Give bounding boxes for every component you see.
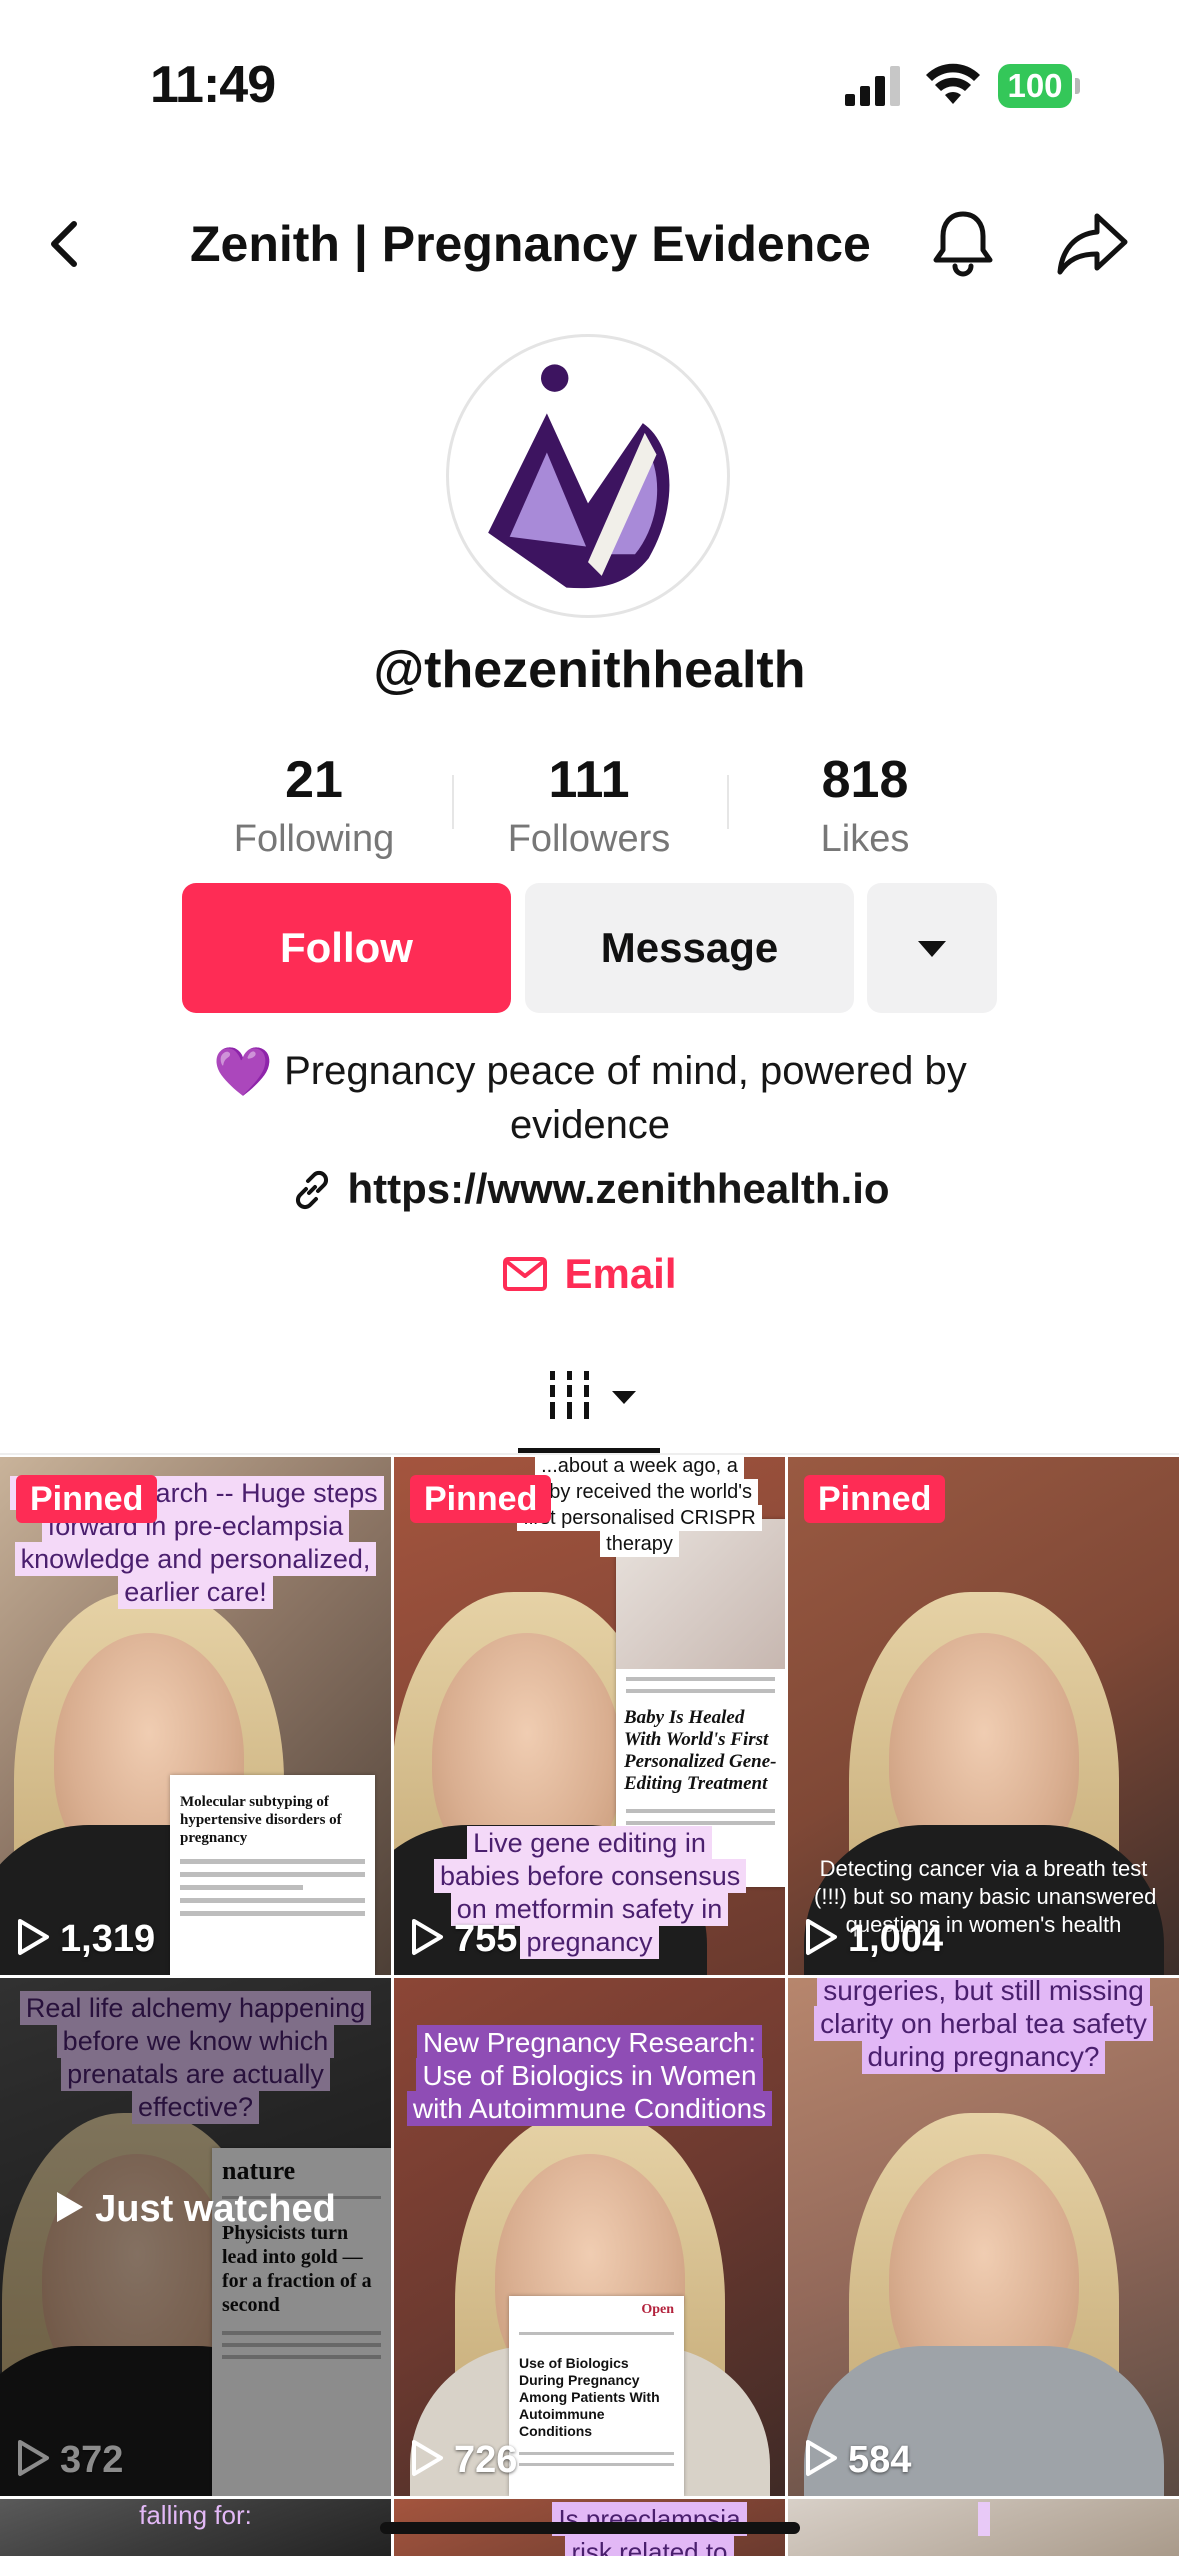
just-watched-label: Just watched (0, 2188, 391, 2231)
view-count: 726 (410, 2436, 517, 2484)
video-grid: Pinned ...ancy research -- Huge steps fo… (0, 1457, 1179, 2556)
email-link[interactable]: Email (0, 1250, 1179, 1298)
likes-label: Likes (820, 818, 910, 860)
play-icon (412, 2440, 443, 2476)
profile-title: Zenith | Pregnancy Evidence (190, 216, 871, 272)
likes-count: 818 (821, 751, 909, 809)
bell-icon[interactable] (928, 206, 998, 280)
more-options-button[interactable] (867, 883, 997, 1013)
pinned-badge: Pinned (410, 1475, 552, 1523)
pinned-badge: Pinned (16, 1475, 158, 1523)
play-icon (806, 2440, 837, 2476)
zenith-logo-icon (488, 364, 670, 589)
home-indicator[interactable] (380, 2522, 800, 2534)
chevron-down-icon (612, 1391, 636, 1404)
paper-screenshot: Molecular subtyping of hypertensive diso… (170, 1775, 375, 1975)
email-label: Email (564, 1250, 677, 1297)
video-tile[interactable] (788, 2499, 1179, 2556)
video-tile[interactable]: New Pregnancy Research: Use of Biologics… (394, 1978, 785, 2496)
play-icon (57, 2192, 84, 2222)
wifi-icon (926, 63, 980, 104)
following-count: 21 (285, 751, 343, 809)
pinned-badge: Pinned (804, 1475, 946, 1523)
video-caption (798, 2502, 1169, 2536)
play-icon (806, 1919, 837, 1955)
bio: 💜 Pregnancy peace of mind, powered by ev… (150, 1045, 1030, 1151)
play-icon (412, 1919, 443, 1955)
followers-count: 111 (548, 751, 630, 809)
link-icon (296, 1170, 329, 1210)
video-tile[interactable]: falling for: (0, 2499, 391, 2556)
video-caption: falling for: (139, 2500, 252, 2530)
video-tile[interactable]: Pinned ...ancy research -- Huge steps fo… (0, 1457, 391, 1975)
chevron-down-icon (918, 941, 946, 957)
view-count: 755 (410, 1915, 517, 1963)
view-count: 584 (804, 2436, 911, 2484)
battery-icon: 100 (998, 64, 1080, 108)
profile-screen: 11:49 100 Zenith | Pregnancy Evidence @t… (0, 0, 1179, 2556)
purple-heart-emoji: 💜 (213, 1046, 273, 1099)
message-button[interactable]: Message (525, 883, 854, 1013)
video-tile[interactable]: Pinned ...about a week ago, a baby recei… (394, 1457, 785, 1975)
paper-screenshot: Open Use of Biologics During Pregnancy A… (509, 2296, 684, 2496)
view-count: 1,319 (16, 1915, 155, 1963)
status-bar: 11:49 100 (0, 0, 1179, 150)
username: @thezenithhealth (373, 641, 806, 699)
view-count: 1,004 (804, 1915, 943, 1963)
back-arrow-icon[interactable] (38, 210, 98, 278)
mail-icon (503, 1257, 548, 1291)
stat-followers[interactable]: 111 Followers (451, 748, 727, 866)
cellular-signal-icon (845, 66, 900, 106)
video-tile[interactable]: Pinned Detecting cancer via a breath tes… (788, 1457, 1179, 1975)
profile-link-text: https://www.zenithhealth.io (347, 1165, 890, 1212)
divider (0, 1453, 1179, 1455)
following-label: Following (233, 818, 395, 860)
follow-button[interactable]: Follow (182, 883, 511, 1013)
profile-link[interactable]: https://www.zenithhealth.io (0, 1165, 1179, 1213)
stat-following[interactable]: 21 Following (176, 748, 452, 866)
battery-level: 100 (998, 64, 1072, 108)
video-caption: surgeries, but still missing clarity on … (798, 1978, 1169, 2074)
paper-title: Molecular subtyping of hypertensive diso… (180, 1794, 342, 1846)
stat-likes[interactable]: 818 Likes (727, 748, 1003, 866)
just-watched-overlay: Just watched (0, 1978, 391, 2496)
avatar[interactable] (446, 334, 730, 618)
share-icon[interactable] (1055, 210, 1131, 276)
grid-icon (550, 1371, 589, 1419)
video-tile[interactable]: surgeries, but still missing clarity on … (788, 1978, 1179, 2496)
play-icon (18, 1919, 49, 1955)
followers-label: Followers (507, 818, 671, 860)
video-caption: New Pregnancy Research: Use of Biologics… (404, 2025, 775, 2126)
paper-title: Use of Biologics During Pregnancy Among … (519, 2355, 660, 2439)
paper-brand: Open (641, 2302, 674, 2317)
paper-title: Baby Is Healed With World's First Person… (624, 1707, 777, 1794)
videos-grid-tab[interactable] (518, 1365, 660, 1450)
video-tile[interactable]: Real life alchemy happening before we kn… (0, 1978, 391, 2496)
status-time: 11:49 (150, 56, 276, 114)
video-caption-top: ...about a week ago, a baby received the… (514, 1457, 765, 1557)
bio-text: Pregnancy peace of mind, powered by evid… (284, 1049, 967, 1147)
